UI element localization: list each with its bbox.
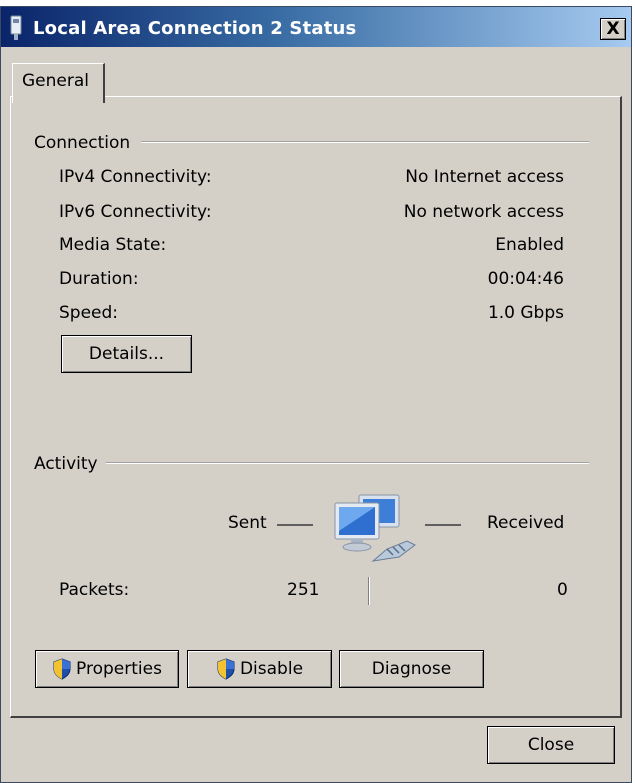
uac-shield-icon [53, 658, 71, 680]
properties-button-label: Properties [76, 659, 162, 679]
disable-button[interactable]: Disable [187, 650, 332, 688]
ipv6-label: IPv6 Connectivity: [59, 202, 212, 222]
diagnose-button-label: Diagnose [371, 659, 452, 679]
uac-shield-icon [217, 658, 235, 680]
received-line [425, 524, 461, 526]
connection-heading: Connection [34, 133, 139, 153]
ipv6-value: No network access [403, 202, 564, 222]
diagnose-button[interactable]: Diagnose [339, 650, 484, 688]
disable-button-label: Disable [239, 659, 304, 679]
window-title: Local Area Connection 2 Status [33, 18, 357, 39]
connection-group-line [141, 141, 589, 143]
ipv4-value: No Internet access [405, 167, 564, 187]
packets-divider [368, 577, 370, 605]
properties-button[interactable]: Properties [35, 650, 179, 688]
network-adapter-icon [10, 15, 22, 40]
media-state-label: Media State: [59, 235, 167, 255]
tab-general[interactable]: General [12, 63, 105, 103]
speed-value: 1.0 Gbps [487, 303, 564, 323]
title-bar[interactable]: Local Area Connection 2 Status X [1, 7, 631, 47]
received-label: Received [487, 513, 565, 533]
duration-value: 00:04:46 [487, 269, 564, 289]
status-dialog: Local Area Connection 2 Status X General… [0, 6, 632, 783]
sent-label: Sent [228, 513, 267, 533]
speed-label: Speed: [59, 303, 119, 323]
duration-label: Duration: [59, 269, 139, 289]
sent-line [277, 524, 313, 526]
media-state-value: Enabled [495, 235, 564, 255]
activity-heading: Activity [34, 454, 106, 474]
packets-label: Packets: [59, 580, 130, 600]
details-button-label: Details... [88, 344, 165, 364]
tab-panel-general [10, 96, 622, 718]
details-button[interactable]: Details... [61, 335, 192, 373]
close-button[interactable]: Close [487, 726, 615, 764]
ipv4-label: IPv4 Connectivity: [59, 167, 212, 187]
close-button-label: Close [527, 735, 575, 755]
close-window-button[interactable]: X [600, 18, 626, 40]
packets-sent-value: 251 [287, 580, 320, 600]
network-computers-icon [334, 494, 416, 562]
activity-group-line [105, 462, 589, 464]
packets-received-value: 0 [557, 580, 568, 600]
